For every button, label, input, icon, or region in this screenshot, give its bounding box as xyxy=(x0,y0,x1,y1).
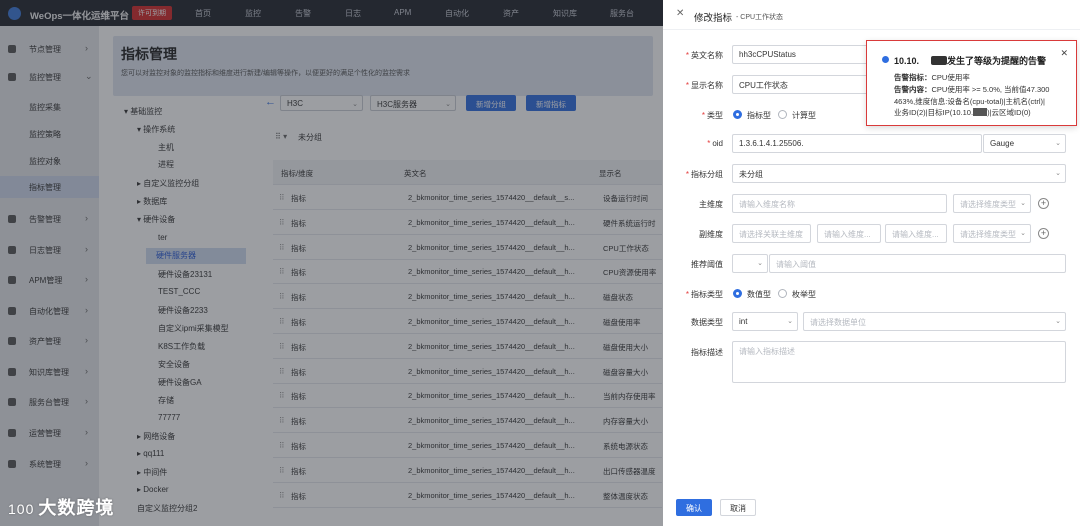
confirm-button[interactable]: 确认 xyxy=(676,499,712,516)
metric-type-radio-numeric[interactable] xyxy=(733,289,742,298)
unit-select[interactable]: 请选择数据单位 ⌄ xyxy=(803,312,1066,331)
type-label: * 类型 xyxy=(701,111,723,120)
threshold-input[interactable]: 请输入阈值 xyxy=(769,254,1066,273)
chevron-down-icon: ⌄ xyxy=(1020,230,1026,237)
type-option-metric[interactable]: 指标型 xyxy=(747,110,771,121)
info-dot-icon xyxy=(882,56,889,63)
sub-dim-label: 副维度 xyxy=(699,230,723,239)
group-select[interactable]: 未分组 ⌄ xyxy=(732,164,1066,183)
modal-overlay[interactable] xyxy=(0,0,663,526)
notification-line: 463%,维度信息:设备名(cpu-total)|主机名(ctrl)| xyxy=(894,97,1045,106)
data-type-select[interactable]: int ⌄ xyxy=(732,312,798,331)
notification-title: 10.10. 发生了等级为提醒的告警 xyxy=(894,56,1047,66)
chevron-down-icon: ⌄ xyxy=(1055,318,1061,325)
notification-line: 告警内容：CPU使用率 >= 5.0%, 当前值47.300 xyxy=(894,85,1050,94)
notification-line: 业务ID(2)|目标IP(10.10.)|云区域ID(0) xyxy=(894,108,1031,117)
watermark-logo: 100 xyxy=(8,501,35,517)
en-name-label: * 英文名称 xyxy=(685,51,723,60)
add-sub-dim-icon[interactable]: + xyxy=(1038,228,1049,239)
sub-dim-main-select[interactable]: 请选择关联主维度 xyxy=(732,224,811,243)
drawer-subtitle: - CPU工作状态 xyxy=(736,13,784,21)
data-type-label: 数据类型 xyxy=(691,318,723,327)
desc-label: 指标描述 xyxy=(691,348,723,357)
alarm-notification: 10.10. 发生了等级为提醒的告警 ✕ 告警指标：CPU使用率 告警内容：CPU… xyxy=(866,40,1077,126)
oid-field[interactable]: 1.3.6.1.4.1.25506. xyxy=(732,134,982,153)
main-dim-name-input[interactable]: 请输入维度名称 xyxy=(732,194,947,213)
metric-type-label: * 指标类型 xyxy=(685,290,723,299)
metric-type-radio-enum[interactable] xyxy=(778,289,787,298)
group-label-field: * 指标分组 xyxy=(685,170,723,179)
chevron-down-icon: ⌄ xyxy=(787,318,793,325)
main-dim-label: 主维度 xyxy=(699,200,723,209)
close-icon[interactable]: ✕ xyxy=(1060,48,1068,59)
redacted-mask xyxy=(973,108,988,116)
display-name-label: * 显示名称 xyxy=(685,81,723,90)
sub-dim-type-select[interactable]: 请选择维度类型 ⌄ xyxy=(953,224,1031,243)
watermark: 100 大数跨境 xyxy=(8,494,114,520)
redacted-mask xyxy=(931,56,948,65)
chevron-down-icon: ⌄ xyxy=(1020,200,1026,207)
sub-dim-name-input-2[interactable]: 请输入维度... xyxy=(885,224,947,243)
oid-label: * oid xyxy=(707,139,723,148)
metric-type-option-enum[interactable]: 枚举型 xyxy=(792,289,816,300)
notification-line: 告警指标：CPU使用率 xyxy=(894,73,970,82)
chevron-down-icon: ⌄ xyxy=(757,260,763,267)
add-main-dim-icon[interactable]: + xyxy=(1038,198,1049,209)
chevron-down-icon: ⌄ xyxy=(1055,170,1061,177)
type-option-calc[interactable]: 计算型 xyxy=(792,110,816,121)
main-dim-type-select[interactable]: 请选择维度类型 ⌄ xyxy=(953,194,1031,213)
drawer-title: 修改指标 xyxy=(694,13,733,24)
watermark-text: 大数跨境 xyxy=(38,498,115,518)
cancel-button[interactable]: 取消 xyxy=(720,499,756,516)
threshold-op-select[interactable]: ⌄ xyxy=(732,254,768,273)
desc-textarea[interactable]: 请输入指标描述 xyxy=(732,341,1066,383)
oid-type-select[interactable]: Gauge ⌄ xyxy=(983,134,1066,153)
sub-dim-name-input[interactable]: 请输入维度... xyxy=(817,224,881,243)
close-icon[interactable]: ✕ xyxy=(676,8,684,19)
type-radio-metric[interactable] xyxy=(733,110,742,119)
threshold-label: 推荐阈值 xyxy=(691,260,723,269)
metric-type-option-numeric[interactable]: 数值型 xyxy=(747,289,771,300)
chevron-down-icon: ⌄ xyxy=(1055,140,1061,147)
drawer-header: ✕ 修改指标 - CPU工作状态 xyxy=(663,0,1080,30)
type-radio-calc[interactable] xyxy=(778,110,787,119)
